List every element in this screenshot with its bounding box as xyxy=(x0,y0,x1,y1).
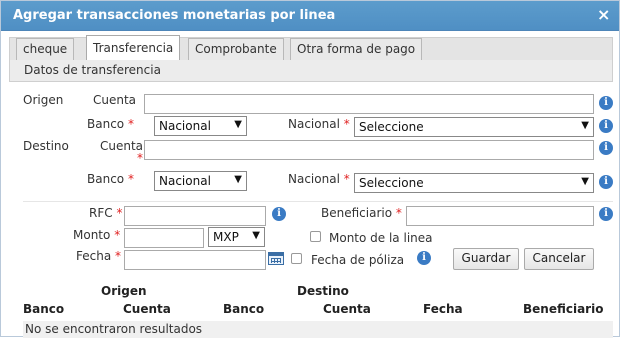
origen-label: Origen xyxy=(23,93,64,107)
monto-linea-checkbox[interactable] xyxy=(310,231,321,242)
fecha-input[interactable] xyxy=(124,250,266,270)
destino-nacional-label: Nacional * xyxy=(288,172,350,186)
rfc-text: RFC xyxy=(89,206,113,220)
dialog: Agregar transacciones monetarias por lin… xyxy=(0,0,620,338)
origen-banco-label: Banco * xyxy=(87,117,134,131)
required-mark: * xyxy=(116,206,123,220)
origen-banco-select[interactable]: Nacional ▼ xyxy=(154,116,247,136)
results-table-body: No se encontraron resultados xyxy=(23,321,613,338)
chevron-down-icon: ▼ xyxy=(581,176,589,187)
destino-cuenta-input[interactable] xyxy=(144,140,594,160)
column-header-destino-cuenta[interactable]: Cuenta xyxy=(323,302,371,316)
monto-input[interactable] xyxy=(124,228,204,248)
empty-results-message: No se encontraron resultados xyxy=(25,322,203,336)
destino-nacional-value: Seleccione xyxy=(359,176,424,190)
origen-nacional-text: Nacional xyxy=(288,117,340,131)
column-header-fecha[interactable]: Fecha xyxy=(423,302,463,316)
chevron-down-icon: ▼ xyxy=(234,174,242,185)
destino-banco-value: Nacional xyxy=(159,174,211,188)
results-table-header: Origen Destino Banco Cuenta Banco Cuenta… xyxy=(23,281,613,321)
required-mark: * xyxy=(137,151,143,165)
chevron-down-icon: ▼ xyxy=(581,120,589,131)
origen-banco-text: Banco xyxy=(87,117,125,131)
divider xyxy=(23,201,613,202)
destino-banco-label: Banco * xyxy=(87,172,134,186)
fecha-poliza-label: Fecha de póliza xyxy=(311,253,405,267)
origen-banco-value: Nacional xyxy=(159,119,211,133)
destino-nacional-info-icon[interactable]: i xyxy=(599,175,613,189)
required-mark: * xyxy=(127,117,134,131)
monto-label: Monto * xyxy=(73,228,120,242)
tab-otra-forma-de-pago[interactable]: Otra forma de pago xyxy=(290,38,423,60)
required-mark: * xyxy=(127,172,134,186)
beneficiario-info-icon[interactable]: i xyxy=(599,207,613,221)
destino-label: Destino xyxy=(23,139,69,153)
origen-nacional-select[interactable]: Seleccione ▼ xyxy=(354,117,594,137)
tab-cheque[interactable]: cheque xyxy=(16,38,75,60)
destino-banco-select[interactable]: Nacional ▼ xyxy=(154,171,247,191)
fecha-label: Fecha * xyxy=(76,249,121,263)
beneficiario-text: Beneficiario xyxy=(321,206,393,220)
origen-nacional-label: Nacional * xyxy=(288,117,350,131)
monto-text: Monto xyxy=(73,228,111,242)
currency-select[interactable]: MXP ▼ xyxy=(208,227,265,247)
destino-banco-text: Banco xyxy=(87,172,125,186)
rfc-label: RFC * xyxy=(89,206,122,220)
column-header-beneficiario[interactable]: Beneficiario xyxy=(523,302,603,316)
beneficiario-input[interactable] xyxy=(406,206,594,226)
required-mark: * xyxy=(115,249,122,263)
column-group-destino: Destino xyxy=(297,284,349,298)
destino-cuenta-info-icon[interactable]: i xyxy=(599,141,613,155)
tab-transferencia[interactable]: Transferencia xyxy=(86,35,181,61)
destino-nacional-select[interactable]: Seleccione ▼ xyxy=(354,173,594,193)
column-group-origen: Origen xyxy=(101,284,147,298)
beneficiario-label: Beneficiario * xyxy=(321,206,402,220)
required-mark: * xyxy=(343,172,350,186)
column-header-destino-banco[interactable]: Banco xyxy=(223,302,264,316)
fecha-poliza-checkbox[interactable] xyxy=(291,253,302,264)
dialog-title: Agregar transacciones monetarias por lin… xyxy=(13,8,336,23)
origen-cuenta-info-icon[interactable]: i xyxy=(599,96,613,110)
origen-cuenta-label: Cuenta xyxy=(93,93,137,107)
required-mark: * xyxy=(395,206,402,220)
origen-nacional-value: Seleccione xyxy=(359,120,424,134)
fecha-text: Fecha xyxy=(76,249,112,263)
monto-linea-label: Monto de la linea xyxy=(329,231,433,245)
tab-bar: cheque Transferencia Comprobante Otra fo… xyxy=(9,35,613,61)
origen-cuenta-input[interactable] xyxy=(144,94,594,114)
rfc-input[interactable] xyxy=(124,206,266,226)
close-icon[interactable]: × xyxy=(597,6,610,24)
dialog-titlebar[interactable]: Agregar transacciones monetarias por lin… xyxy=(1,1,619,31)
tab-comprobante[interactable]: Comprobante xyxy=(188,38,284,60)
currency-value: MXP xyxy=(213,230,239,244)
chevron-down-icon: ▼ xyxy=(252,230,260,241)
required-mark: * xyxy=(343,117,350,131)
cancel-button[interactable]: Cancelar xyxy=(524,248,594,270)
origen-nacional-info-icon[interactable]: i xyxy=(599,119,613,133)
section-header: Datos de transferencia xyxy=(9,60,613,82)
chevron-down-icon: ▼ xyxy=(234,119,242,130)
rfc-info-icon[interactable]: i xyxy=(272,207,286,221)
save-button[interactable]: Guardar xyxy=(453,248,519,270)
calendar-icon[interactable] xyxy=(268,252,284,265)
destino-nacional-text: Nacional xyxy=(288,172,340,186)
required-mark: * xyxy=(114,228,121,242)
fecha-poliza-info-icon[interactable]: i xyxy=(417,251,431,265)
section-title: Datos de transferencia xyxy=(24,63,161,77)
column-header-origen-cuenta[interactable]: Cuenta xyxy=(123,302,171,316)
column-header-origen-banco[interactable]: Banco xyxy=(23,302,64,316)
